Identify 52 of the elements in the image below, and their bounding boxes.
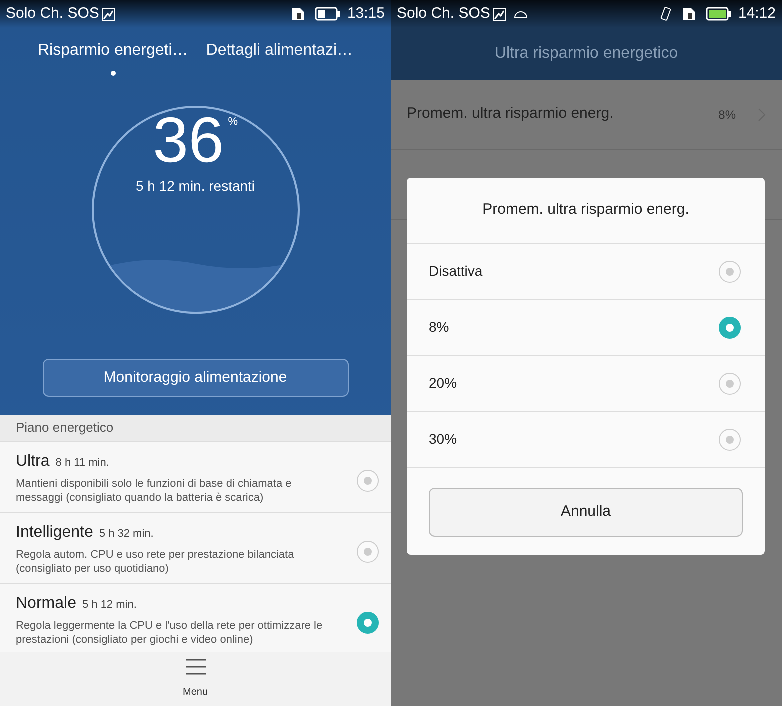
plan-description: Regola leggermente la CPU e l'uso della rete per ottimizzare le prestazioni (consigliato per giochi e video online) <box>16 619 324 648</box>
plan-option[interactable]: Intelligente 5 h 32 min. Regola autom. CPU e uso rete per prestazione bilanciata (consigliato per uso quotidiano) <box>0 513 391 584</box>
screen-title: Ultra risparmio energetico <box>391 28 782 80</box>
radio-button[interactable] <box>357 612 379 634</box>
tab[interactable]: Risparmio energeti… <box>38 38 188 76</box>
dialog-title: Promem. ultra risparmio energ. <box>407 178 765 244</box>
radio-button[interactable] <box>357 541 379 563</box>
radio-button[interactable] <box>719 260 741 282</box>
dialog-option[interactable]: Disattiva <box>407 244 765 300</box>
plan-duration: 8 h 11 min. <box>56 456 110 471</box>
sim-icon <box>682 7 696 21</box>
remaining-time: 5 h 12 min. restanti <box>136 177 256 196</box>
image-icon <box>493 8 506 20</box>
tab[interactable]: Dettagli alimentazi… <box>206 38 353 76</box>
plan-duration: 5 h 32 min. <box>99 527 154 542</box>
sim-icon <box>291 7 306 21</box>
monitor-button[interactable]: Monitoraggio alimentazione <box>42 359 348 397</box>
setting-value: 8% <box>718 106 736 124</box>
plan-duration: 5 h 12 min. <box>82 598 137 613</box>
option-label: 8% <box>429 318 450 337</box>
clock-text: 13:15 <box>347 4 385 24</box>
plan-description: Mantieni disponibili solo le funzioni di base di chiamata e messaggi (consigliato quando la batteria è scarica) <box>16 477 293 506</box>
setting-label: Promem. ultra risparmio energ. <box>407 104 615 124</box>
radio-button[interactable] <box>719 372 741 394</box>
plan-name: Normale <box>16 594 76 614</box>
dialog-option[interactable]: 30% <box>407 412 765 468</box>
battery-icon <box>706 7 732 21</box>
option-label: Disattiva <box>429 262 484 281</box>
menu-button[interactable]: Menu <box>0 652 391 706</box>
battery-percent: 36 <box>153 108 224 176</box>
percent-sign: % <box>228 116 238 128</box>
battery-icon <box>315 7 342 21</box>
plan-name: Intelligente <box>16 523 94 543</box>
dialog-option[interactable]: 20% <box>407 356 765 412</box>
clock-text: 14:12 <box>738 4 776 24</box>
plan-name: Ultra <box>16 452 50 472</box>
vibrate-icon <box>660 7 672 21</box>
cancel-button[interactable]: Annulla <box>429 488 743 537</box>
plan-description: Regola autom. CPU e uso rete per prestazione bilanciata (consigliato per uso quotidiano) <box>16 548 296 577</box>
image-icon <box>102 8 116 20</box>
radio-button[interactable] <box>357 470 379 492</box>
radio-button[interactable] <box>719 428 741 450</box>
radio-button[interactable] <box>719 316 741 338</box>
option-label: 20% <box>429 374 458 393</box>
dialog-option[interactable]: 8% <box>407 300 765 356</box>
section-header: Piano energetico <box>0 415 391 442</box>
menu-icon <box>186 659 206 675</box>
plan-option[interactable]: Ultra 8 h 11 min. Mantieni disponibili solo le funzioni di base di chiamata e messaggi (consigliato quando la batteria è scarica) <box>0 442 391 513</box>
setting-row[interactable]: Promem. ultra risparmio energ. 8% <box>391 80 782 150</box>
option-label: 30% <box>429 430 458 449</box>
carrier-text: Solo Ch. SOS <box>6 4 100 24</box>
carrier-text: Solo Ch. SOS <box>397 4 490 24</box>
